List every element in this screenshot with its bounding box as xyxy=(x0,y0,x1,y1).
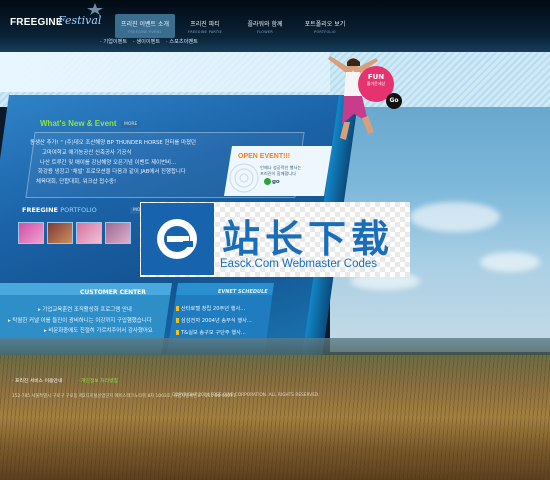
subnav-item-corporate[interactable]: · 기업이벤트 xyxy=(100,38,127,45)
evnet-schedule-title: EVNET SCHEDULE xyxy=(218,289,268,295)
footer-link-privacy[interactable]: · 개인정보 처리방침 xyxy=(78,377,118,384)
watermark-en-text: Easck.Com Webmaster Codes xyxy=(220,258,378,270)
subnav-label: 생이이벤트 xyxy=(136,39,161,45)
news-item[interactable]: 동생산 추가! " (주)데오 조산해양 BP THUNDER HORSE 헌터… xyxy=(30,138,196,146)
subnav-label: 기업이벤트 xyxy=(103,39,128,45)
cloud xyxy=(480,252,540,272)
logo-script: Festival xyxy=(58,14,102,27)
page: FREEGINE Festival 프리진 이벤트 소개 FREEGINE EV… xyxy=(0,0,550,480)
nav-item-portfolio[interactable]: 포트폴리오 보기 PORTFOLIO xyxy=(295,14,355,38)
nav-item-sublabel: PORTFOLIO xyxy=(314,30,336,34)
watermark-logo xyxy=(141,203,214,275)
evnet-item[interactable]: T&실보 송구모 구단주 행사... xyxy=(176,329,246,336)
portfolio-thumbnails xyxy=(18,222,131,244)
customer-item[interactable]: ▸ 기업교육훈련 조직활성화 프로그램 안내 xyxy=(38,305,132,313)
band-highlight xyxy=(0,52,330,92)
watermark-e-icon xyxy=(157,219,197,259)
customer-item[interactable]: ▸ 탁월한 커넬 이를 들진이 광비하니는 이강까지 구입햄했습니다 xyxy=(8,316,152,324)
subnav-item-life[interactable]: · 생이이벤트 xyxy=(133,38,160,45)
nav-item-sublabel: FREEGINE EVENT xyxy=(128,30,162,34)
portfolio-title: FREEGINE PORTFOLIO xyxy=(22,206,97,214)
whats-new-title: What's New & Event xyxy=(40,119,117,128)
portfolio-title-brand: FREEGINE xyxy=(22,206,58,214)
portfolio-title-suffix: PORTFOLIO xyxy=(60,206,97,214)
portfolio-thumb[interactable] xyxy=(105,222,131,244)
go-icon xyxy=(264,178,271,185)
nav-item-party[interactable]: 프리진 파티 FREEGINE PARTIE xyxy=(175,14,235,38)
fun-badge-sub: 즐거운세상 xyxy=(366,81,386,86)
nav-item-label: 프리진 이벤트 소개 xyxy=(121,21,169,28)
portfolio-thumb[interactable] xyxy=(47,222,73,244)
header: FREEGINE Festival 프리진 이벤트 소개 FREEGINE EV… xyxy=(0,0,550,52)
news-item[interactable]: 나산 트루간 및 애이를 강남해양 오픈기념 이벤트 제이번비... xyxy=(40,158,176,166)
open-event-title: OPEN EVENT!!! xyxy=(238,153,291,160)
nav-item-sublabel: FREEGINE PARTIE xyxy=(188,30,222,34)
footer-link-label: 프리진 서비스 이용안내 xyxy=(15,379,63,384)
cloud xyxy=(410,202,500,232)
nav-item-label: 플라워와 함께 xyxy=(247,21,283,28)
nav-item-label: 프리진 파티 xyxy=(190,21,220,28)
open-event-desc: 프리진이 함께합니다 xyxy=(260,171,297,176)
subnav-item-sports[interactable]: · 스포츠이벤트 xyxy=(166,38,198,45)
footer-link-label: 개인정보 처리방침 xyxy=(81,379,118,384)
nav-item-event-intro[interactable]: 프리진 이벤트 소개 FREEGINE EVENT xyxy=(115,14,175,38)
main-nav: 프리진 이벤트 소개 FREEGINE EVENT 프리진 파티 FREEGIN… xyxy=(115,14,355,38)
customer-center-title: CUSTOMER CENTER xyxy=(80,289,146,296)
news-item[interactable]: 체육대회, 단합대회, 워크샵 접수중! xyxy=(36,177,116,185)
sub-nav: · 기업이벤트 · 생이이벤트 · 스포츠이벤트 xyxy=(0,36,550,49)
footer-link-guide[interactable]: · 프리진 서비스 이용안내 xyxy=(12,377,62,384)
whats-new-more-button[interactable]: MORE xyxy=(121,121,141,128)
subnav-label: 스포츠이벤트 xyxy=(169,39,198,45)
footer-copyright: COPYRIGHT 2004 FREE GINE CORPORATION. AL… xyxy=(172,393,320,398)
nav-item-label: 포트폴리오 보기 xyxy=(304,21,346,28)
portfolio-thumb[interactable] xyxy=(18,222,44,244)
logo-text[interactable]: FREEGINE xyxy=(10,17,63,28)
open-event-go-button[interactable]: go xyxy=(264,178,280,185)
portfolio-thumb[interactable] xyxy=(76,222,102,244)
customer-item-text: 비문화중에도 친절히 가르치주어서 감사했어요 xyxy=(48,328,153,334)
customer-item-text: 기업교육훈련 조직활성화 프로그램 안내 xyxy=(42,307,132,313)
news-item[interactable]: 고마여학교 애기농공산 신축공사 기공식 xyxy=(42,148,131,156)
nav-item-sublabel: FLOWER xyxy=(256,30,274,34)
field-texture xyxy=(0,355,550,480)
customer-item-text: 탁월한 커넬 이를 들진이 광비하니는 이강까지 구입햄했습니다 xyxy=(12,318,152,324)
news-item[interactable]: 화강용 냉장고 '채발' 프로모션을 다음과 같이 JAB에서 진행합니다 xyxy=(38,167,186,175)
evnet-item[interactable]: 산타로텔 창립 20주년 행사... xyxy=(176,305,245,312)
fun-go-button[interactable]: Go xyxy=(386,93,402,109)
go-label: go xyxy=(272,179,280,185)
evnet-item[interactable]: 삼성전자 2004년 송무식 행사... xyxy=(176,317,252,324)
open-event-card[interactable]: OPEN EVENT!!! 언제나 성공적인 행사는 프리진이 함께합니다 go xyxy=(224,140,334,198)
nav-item-flower[interactable]: 플라워와 함께 FLOWER xyxy=(235,14,295,38)
fun-badge-label: FUN xyxy=(367,73,385,81)
watermark-cn-text: 站长下载 xyxy=(222,217,395,261)
customer-item[interactable]: ▸ 비문화중에도 친절히 가르치주어서 감사했어요 xyxy=(44,326,153,334)
